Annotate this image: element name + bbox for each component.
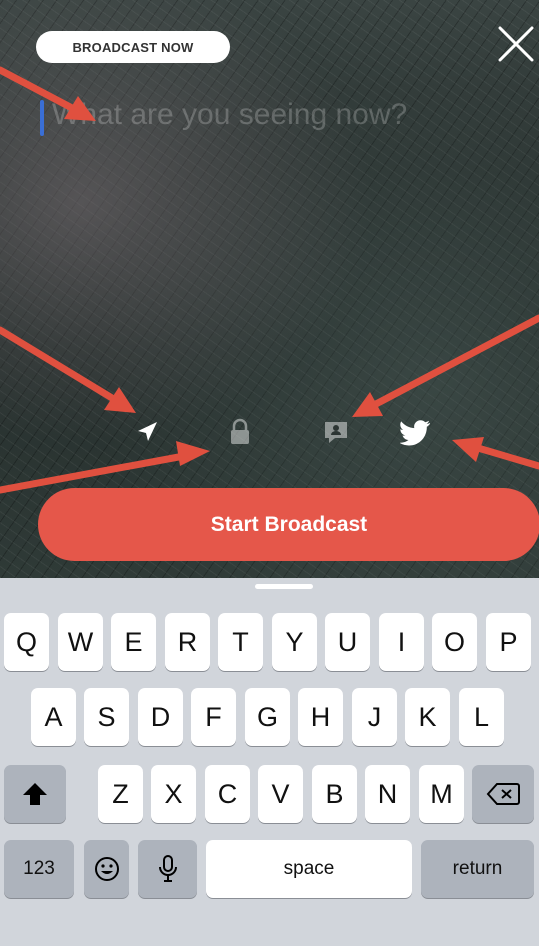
lock-icon	[231, 418, 249, 444]
key-f[interactable]: F	[191, 688, 236, 746]
key-a[interactable]: A	[31, 688, 76, 746]
numbers-key[interactable]: 123	[4, 840, 74, 898]
chat-icon	[325, 422, 347, 443]
key-m[interactable]: M	[419, 765, 464, 823]
key-t[interactable]: T	[218, 613, 263, 671]
close-icon	[498, 26, 534, 62]
key-h[interactable]: H	[298, 688, 343, 746]
key-v[interactable]: V	[258, 765, 303, 823]
keyboard-handle	[255, 584, 313, 589]
shift-arrow-icon	[23, 783, 47, 805]
broadcast-title-input[interactable]: What are you seeing now?	[52, 98, 407, 132]
key-l[interactable]: L	[459, 688, 504, 746]
key-u[interactable]: U	[325, 613, 370, 671]
key-w[interactable]: W	[58, 613, 103, 671]
text-cursor	[40, 100, 44, 136]
key-b[interactable]: B	[312, 765, 357, 823]
key-s[interactable]: S	[84, 688, 129, 746]
key-y[interactable]: Y	[272, 613, 317, 671]
key-r[interactable]: R	[165, 613, 210, 671]
location-toggle[interactable]	[128, 412, 168, 452]
broadcast-now-badge: BROADCAST NOW	[36, 31, 230, 63]
key-e[interactable]: E	[111, 613, 156, 671]
start-broadcast-button[interactable]: Start Broadcast	[38, 488, 539, 561]
key-x[interactable]: X	[151, 765, 196, 823]
key-k[interactable]: K	[405, 688, 450, 746]
onscreen-keyboard: Q W E R T Y U I O P A S D F G H J K L Z …	[0, 578, 539, 946]
chat-toggle[interactable]	[316, 412, 356, 452]
broadcast-screen: BROADCAST NOW What are you seeing now? S…	[0, 0, 539, 946]
microphone-icon	[158, 855, 177, 882]
return-key[interactable]: return	[421, 840, 534, 898]
delete-key[interactable]	[472, 765, 534, 823]
twitter-icon	[400, 420, 430, 446]
key-q[interactable]: Q	[4, 613, 49, 671]
key-g[interactable]: G	[245, 688, 290, 746]
close-button[interactable]	[496, 24, 538, 66]
emoji-icon	[94, 857, 119, 881]
twitter-toggle[interactable]	[396, 412, 436, 452]
key-i[interactable]: I	[379, 613, 424, 671]
dictation-key[interactable]	[138, 840, 197, 898]
backspace-icon	[486, 783, 520, 805]
emoji-key[interactable]	[84, 840, 129, 898]
key-j[interactable]: J	[352, 688, 397, 746]
space-key[interactable]: space	[206, 840, 412, 898]
key-d[interactable]: D	[138, 688, 183, 746]
key-c[interactable]: C	[205, 765, 250, 823]
shift-key[interactable]	[4, 765, 66, 823]
location-icon	[138, 422, 157, 441]
key-z[interactable]: Z	[98, 765, 143, 823]
private-toggle[interactable]	[220, 412, 260, 452]
key-n[interactable]: N	[365, 765, 410, 823]
key-p[interactable]: P	[486, 613, 531, 671]
key-o[interactable]: O	[432, 613, 477, 671]
